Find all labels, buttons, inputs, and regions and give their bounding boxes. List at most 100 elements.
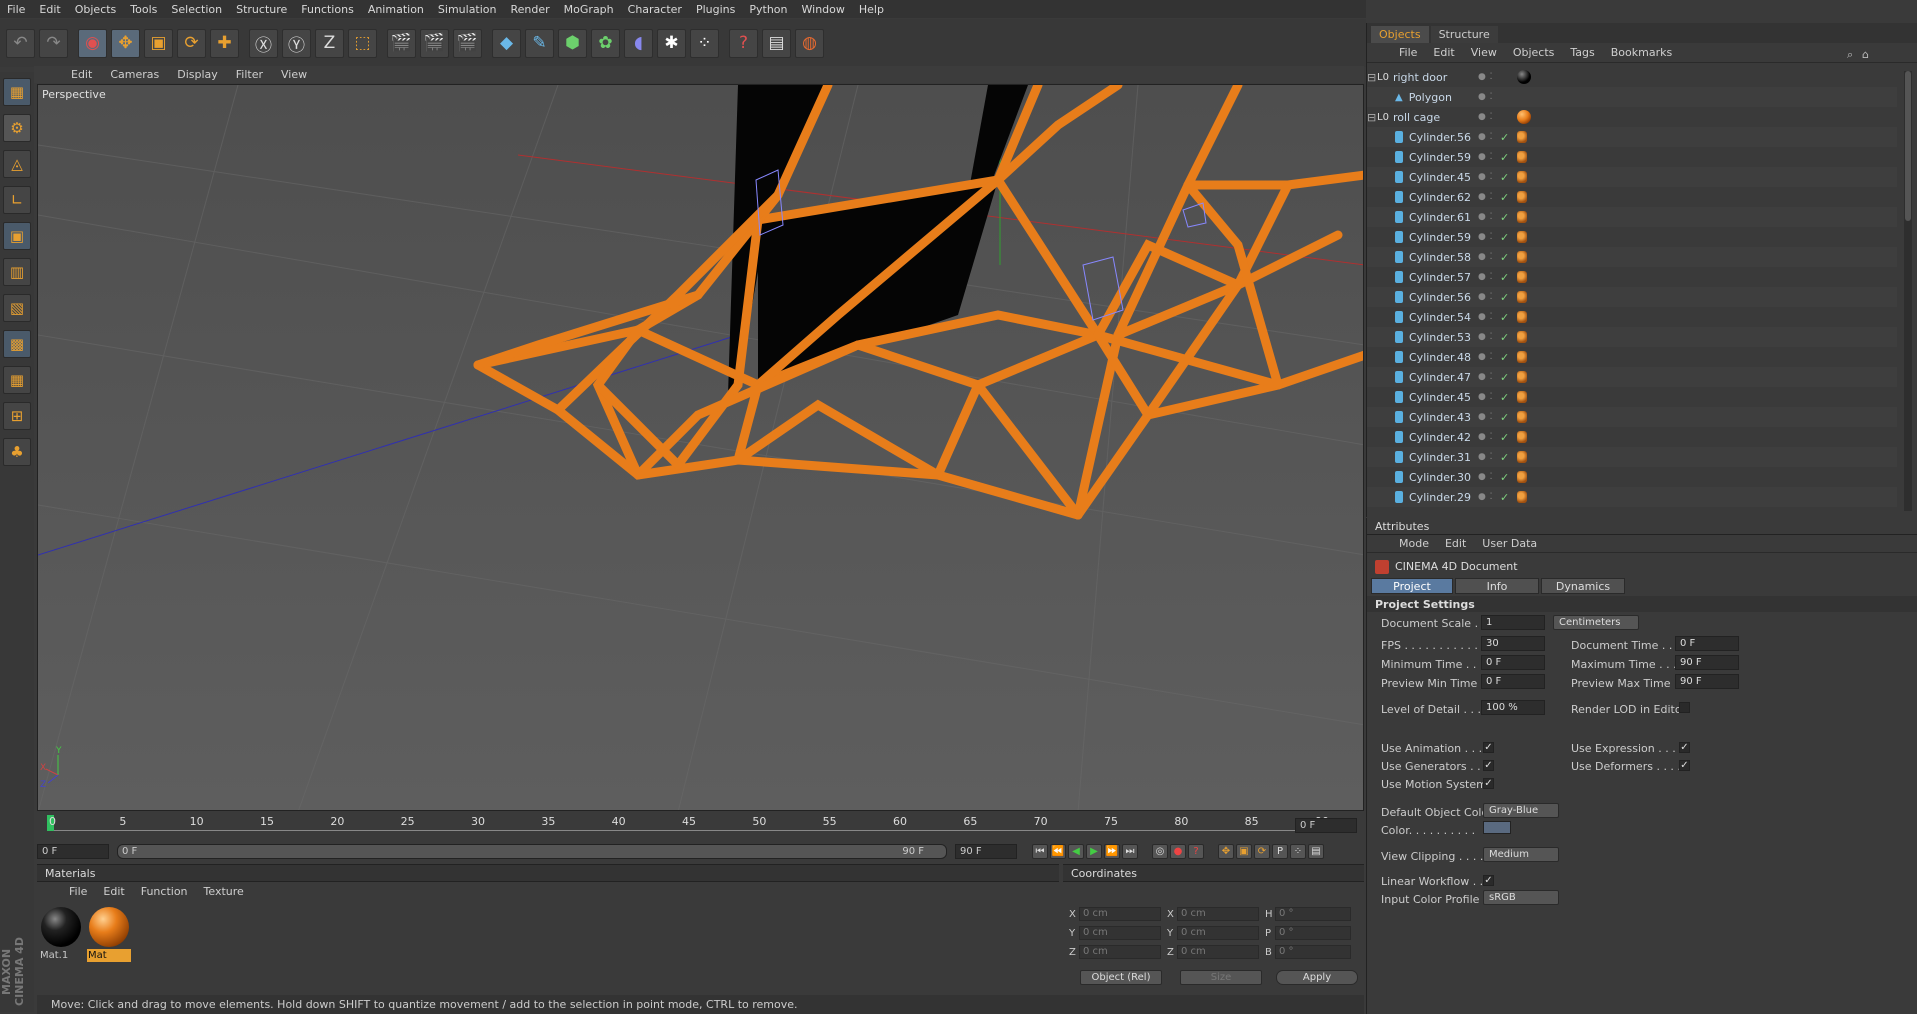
light-icon[interactable]: ⁘ <box>690 28 719 58</box>
visibility-dots-icon[interactable]: ● ⁚ <box>1478 492 1494 502</box>
render-view-icon[interactable]: 🎬 <box>387 28 416 58</box>
search-icon[interactable]: ⌕ <box>1847 48 1853 62</box>
use-generators-checkbox[interactable]: ✓ <box>1483 760 1494 771</box>
scene-icon[interactable]: ✱ <box>657 28 686 58</box>
polygons-mode-icon[interactable]: ▧ <box>3 294 31 322</box>
expand-icon[interactable]: ⊟ <box>1367 111 1377 124</box>
size-mode-dropdown[interactable]: Size <box>1180 970 1262 985</box>
object-row[interactable]: Cylinder.58 ● ⁚ ✓ <box>1367 247 1897 267</box>
home-icon[interactable]: ⌂ <box>1862 48 1869 61</box>
object-row[interactable]: Cylinder.54 ● ⁚ ✓ <box>1367 307 1897 327</box>
object-row[interactable]: Cylinder.53 ● ⁚ ✓ <box>1367 327 1897 347</box>
size-z-field[interactable]: 0 cm <box>1177 945 1259 959</box>
material-tag-icon[interactable] <box>1517 191 1527 203</box>
autokey-icon[interactable]: ● <box>1170 844 1186 859</box>
visibility-dots-icon[interactable]: ● ⁚ <box>1478 272 1494 282</box>
linear-workflow-checkbox[interactable]: ✓ <box>1483 875 1494 886</box>
object-row[interactable]: Cylinder.59 ● ⁚ ✓ <box>1367 227 1897 247</box>
use-animation-checkbox[interactable]: ✓ <box>1483 742 1494 753</box>
object-row[interactable]: Cylinder.56 ● ⁚ ✓ <box>1367 287 1897 307</box>
workplane-lock-icon[interactable]: ⊞ <box>3 402 31 430</box>
menu-objects[interactable]: Objects <box>68 3 124 16</box>
units-dropdown[interactable]: Centimeters <box>1553 615 1639 630</box>
record-parameter-icon[interactable]: P <box>1272 844 1288 859</box>
object-row[interactable]: Cylinder.59 ● ⁚ ✓ <box>1367 147 1897 167</box>
record-scale-icon[interactable]: ▣ <box>1236 844 1252 859</box>
rotation-b-field[interactable]: 0 ° <box>1275 945 1351 959</box>
frame-range-slider[interactable]: 0 F 90 F <box>117 844 947 859</box>
next-key-icon[interactable]: ⏩ <box>1104 844 1120 859</box>
enabled-check-icon[interactable]: ✓ <box>1500 331 1509 344</box>
object-scrollbar[interactable] <box>1904 71 1912 511</box>
add-tool-icon[interactable]: ✚ <box>210 28 239 58</box>
tab-project-settings[interactable]: Project Settings <box>1371 578 1453 608</box>
object-row[interactable]: Cylinder.61 ● ⁚ ✓ <box>1367 207 1897 227</box>
menu-simulation[interactable]: Simulation <box>431 3 504 16</box>
position-x-field[interactable]: 0 cm <box>1079 907 1161 921</box>
visibility-dots-icon[interactable]: ● ⁚ <box>1478 92 1494 102</box>
materials-menu-texture[interactable]: Texture <box>196 885 252 898</box>
menu-character[interactable]: Character <box>621 3 689 16</box>
previous-key-icon[interactable]: ⏪ <box>1050 844 1066 859</box>
material-tag-icon[interactable] <box>1517 70 1531 84</box>
viewport-menu-edit[interactable]: Edit <box>62 68 101 81</box>
y-axis-icon[interactable]: Ⓨ <box>282 28 311 58</box>
material-tag-icon[interactable] <box>1517 110 1531 124</box>
enabled-check-icon[interactable]: ✓ <box>1500 211 1509 224</box>
visibility-dots-icon[interactable]: ● ⁚ <box>1478 112 1494 122</box>
visibility-dots-icon[interactable]: ● ⁚ <box>1478 452 1494 462</box>
use-motion-system-checkbox[interactable]: ✓ <box>1483 778 1494 789</box>
input-color-profile-dropdown[interactable]: sRGB <box>1483 890 1559 905</box>
minimum-time-field[interactable]: 0 F <box>1481 655 1545 670</box>
visibility-dots-icon[interactable]: ● ⁚ <box>1478 172 1494 182</box>
visibility-dots-icon[interactable]: ● ⁚ <box>1478 392 1494 402</box>
rotation-p-field[interactable]: 0 ° <box>1275 926 1351 940</box>
material-tag-icon[interactable] <box>1517 251 1527 263</box>
move-tool-icon[interactable]: ✥ <box>111 28 140 58</box>
attributes-menu-user-data[interactable]: User Data <box>1474 537 1545 550</box>
object-row[interactable]: Cylinder.29 ● ⁚ ✓ <box>1367 487 1897 507</box>
play-reverse-icon[interactable]: ◀ <box>1068 844 1084 859</box>
object-row[interactable]: Cylinder.45 ● ⁚ ✓ <box>1367 167 1897 187</box>
menu-python[interactable]: Python <box>742 3 794 16</box>
visibility-dots-icon[interactable]: ● ⁚ <box>1478 72 1494 82</box>
size-x-field[interactable]: 0 cm <box>1177 907 1259 921</box>
fps-field[interactable]: 30 <box>1481 636 1545 651</box>
material-tag-icon[interactable] <box>1517 291 1527 303</box>
object-row[interactable]: Cylinder.57 ● ⁚ ✓ <box>1367 267 1897 287</box>
visibility-dots-icon[interactable]: ● ⁚ <box>1478 312 1494 322</box>
visibility-dots-icon[interactable]: ● ⁚ <box>1478 232 1494 242</box>
viewport-menu-view[interactable]: View <box>272 68 316 81</box>
viewport-menu-filter[interactable]: Filter <box>227 68 272 81</box>
material-tag-icon[interactable] <box>1517 471 1527 483</box>
enabled-check-icon[interactable]: ✓ <box>1500 151 1509 164</box>
tab-objects[interactable]: Objects <box>1371 26 1429 43</box>
3d-viewport[interactable]: Y X Z <box>37 84 1364 811</box>
material-tag-icon[interactable] <box>1517 331 1527 343</box>
visibility-dots-icon[interactable]: ● ⁚ <box>1478 412 1494 422</box>
model-mode-icon[interactable]: ▦ <box>3 78 31 106</box>
enabled-check-icon[interactable]: ✓ <box>1500 351 1509 364</box>
record-keys-icon[interactable]: ◎ <box>1152 844 1168 859</box>
current-frame-field[interactable]: 0 F <box>1295 818 1357 833</box>
visibility-dots-icon[interactable]: ● ⁚ <box>1478 252 1494 262</box>
enabled-check-icon[interactable]: ✓ <box>1500 431 1509 444</box>
material-tag-icon[interactable] <box>1517 411 1527 423</box>
maximum-time-field[interactable]: 90 F <box>1675 655 1739 670</box>
level-of-detail-field[interactable]: 100 % <box>1481 700 1545 715</box>
rotate-tool-icon[interactable]: ⟳ <box>177 28 206 58</box>
object-row[interactable]: Cylinder.30 ● ⁚ ✓ <box>1367 467 1897 487</box>
timeline[interactable]: 051015202530354045505560657075808590 0 F <box>37 812 1364 842</box>
play-icon[interactable]: ▶ <box>1086 844 1102 859</box>
object-row[interactable]: Cylinder.47 ● ⁚ ✓ <box>1367 367 1897 387</box>
go-to-start-icon[interactable]: ⏮ <box>1032 844 1048 859</box>
object-row[interactable]: Cylinder.48 ● ⁚ ✓ <box>1367 347 1897 367</box>
rotation-h-field[interactable]: 0 ° <box>1275 907 1351 921</box>
enabled-check-icon[interactable]: ✓ <box>1500 411 1509 424</box>
visibility-dots-icon[interactable]: ● ⁚ <box>1478 292 1494 302</box>
viewport-menu-display[interactable]: Display <box>168 68 227 81</box>
go-to-end-icon[interactable]: ⏭ <box>1122 844 1138 859</box>
material-tag-icon[interactable] <box>1517 211 1527 223</box>
object-row[interactable]: Cylinder.43 ● ⁚ ✓ <box>1367 407 1897 427</box>
enabled-check-icon[interactable]: ✓ <box>1500 451 1509 464</box>
